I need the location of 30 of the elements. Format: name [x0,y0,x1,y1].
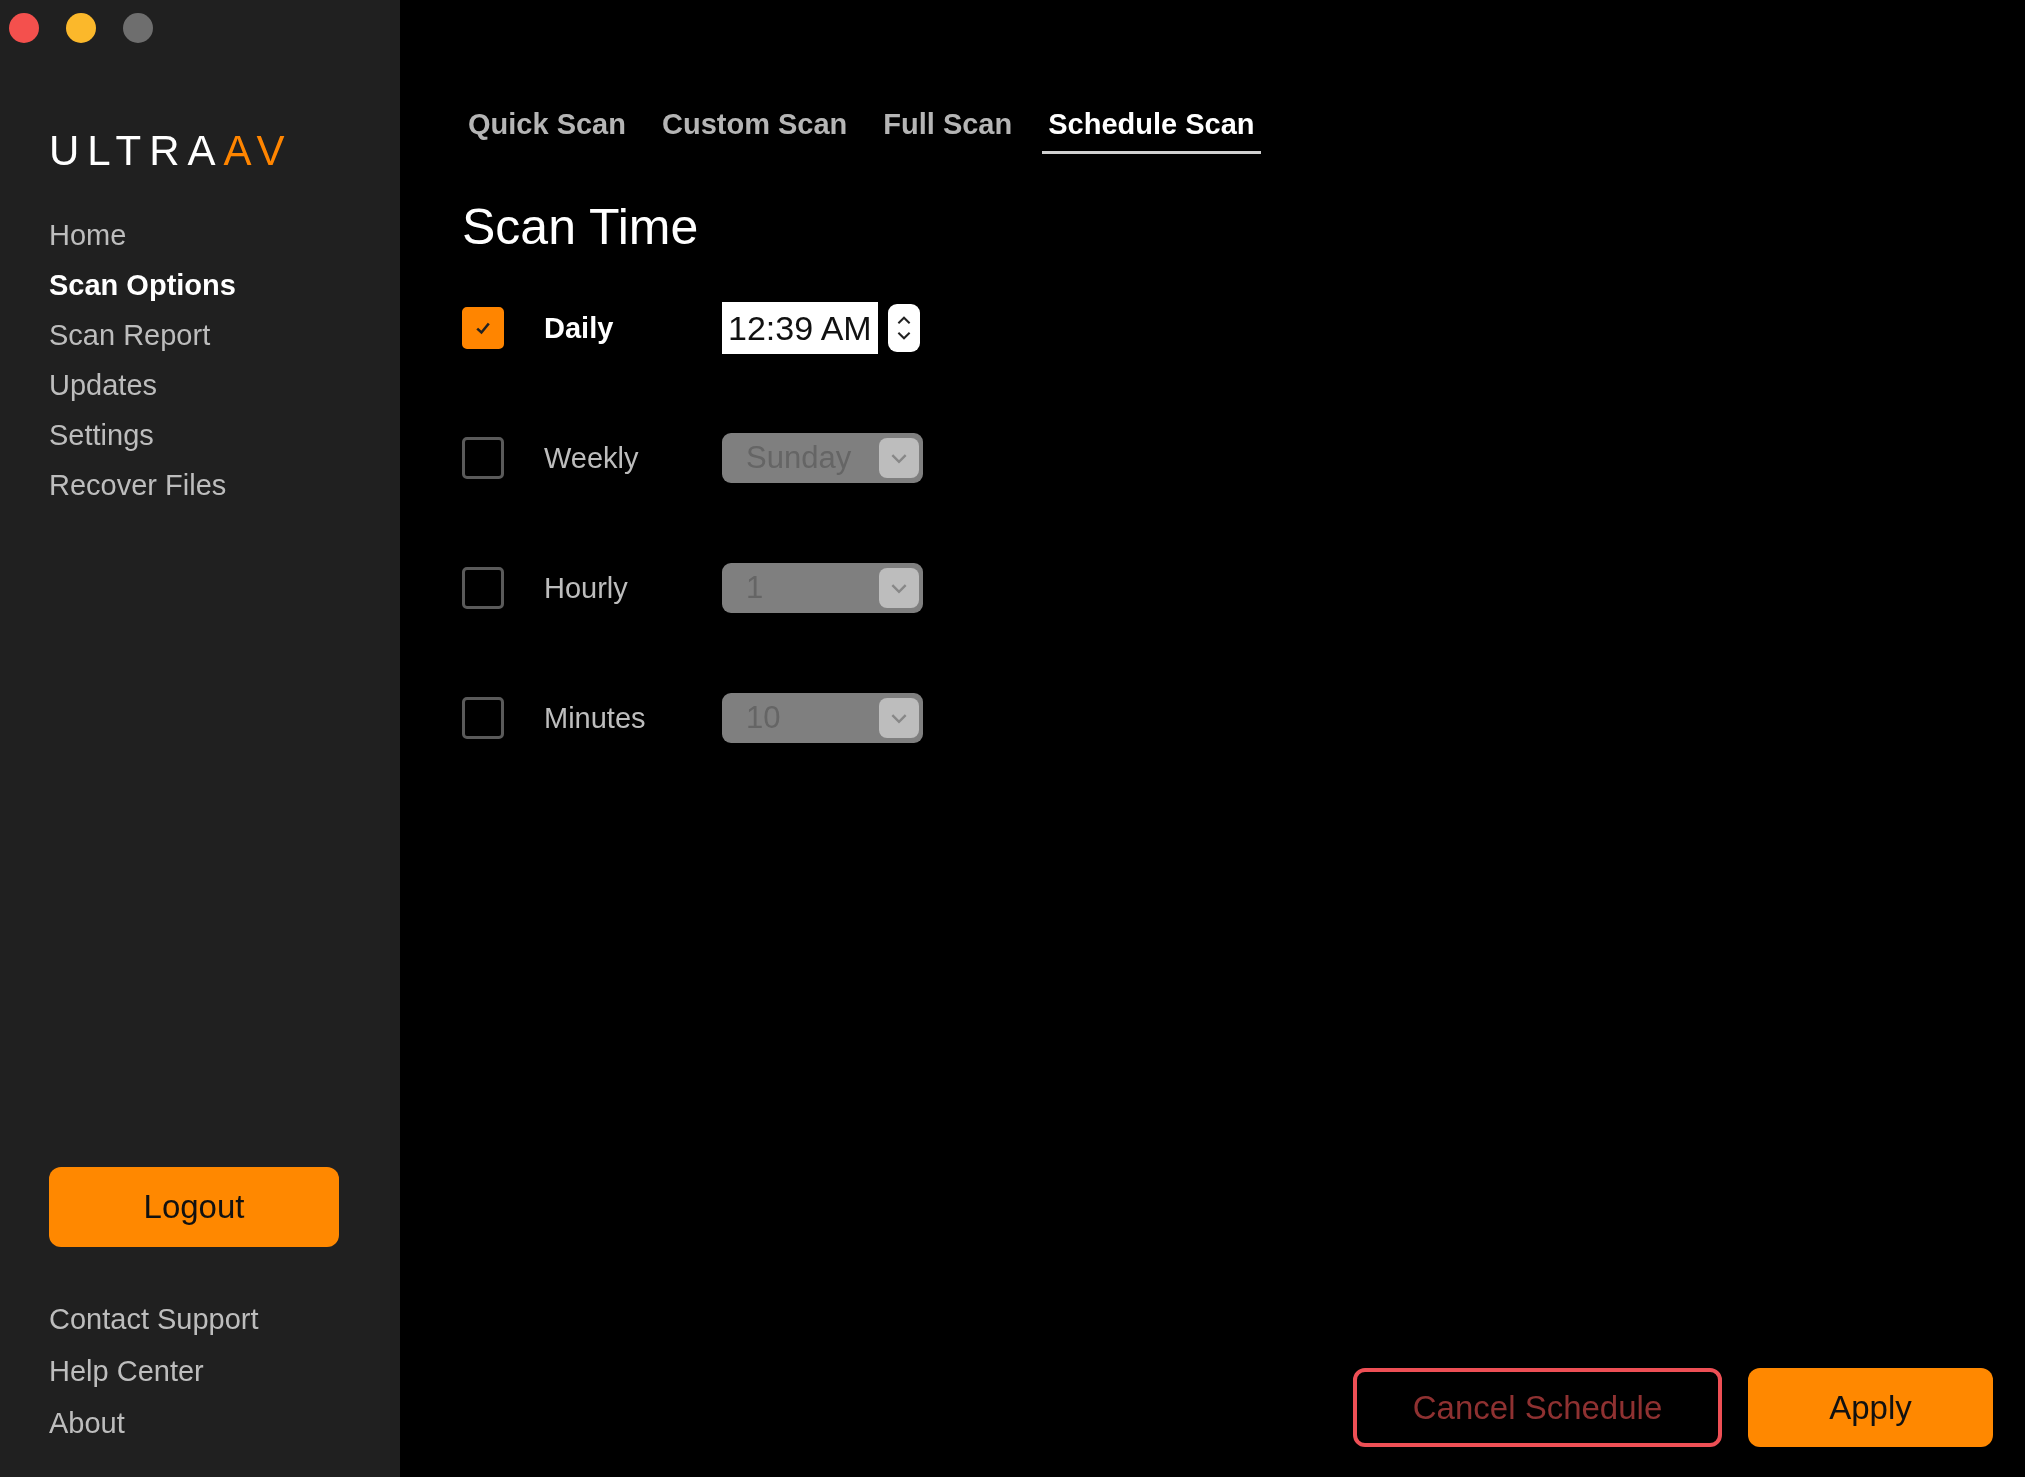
minimize-icon[interactable] [66,13,96,43]
footer-link[interactable]: About [49,1403,125,1443]
stepper-icon[interactable] [887,304,920,352]
option-label: Weekly [544,441,640,475]
tab[interactable]: Schedule Scan [1042,104,1261,154]
logout-button[interactable]: Logout [49,1167,339,1247]
sidebar-item[interactable]: Home [49,210,127,260]
chevron-down-icon [891,582,907,594]
tab[interactable]: Full Scan [877,104,1019,154]
sidebar-item[interactable]: Recover Files [49,460,227,510]
checkbox[interactable] [462,307,504,349]
sidebar-item[interactable]: Updates [49,360,157,410]
chevron-down-icon [891,712,907,724]
footer-link[interactable]: Help Center [49,1351,204,1391]
zoom-icon[interactable] [123,13,153,43]
time-field[interactable]: 12:39 AM [722,302,878,354]
sidebar-item[interactable]: Scan Report [49,310,211,360]
option-label: Hourly [544,571,629,605]
option-label: Minutes [544,701,647,735]
section-title: Scan Time [462,198,699,256]
option-label: Daily [544,311,615,345]
sidebar-item[interactable]: Settings [49,410,154,460]
chevron-down-icon [891,452,907,464]
footer-link[interactable]: Contact Support [49,1299,259,1339]
apply-button[interactable]: Apply [1748,1368,1993,1447]
tab[interactable]: Quick Scan [462,104,632,154]
sidebar-item[interactable]: Scan Options [49,260,236,310]
logo: ULTRAAV [49,130,293,172]
tab[interactable]: Custom Scan [655,104,854,154]
close-icon[interactable] [9,13,39,43]
